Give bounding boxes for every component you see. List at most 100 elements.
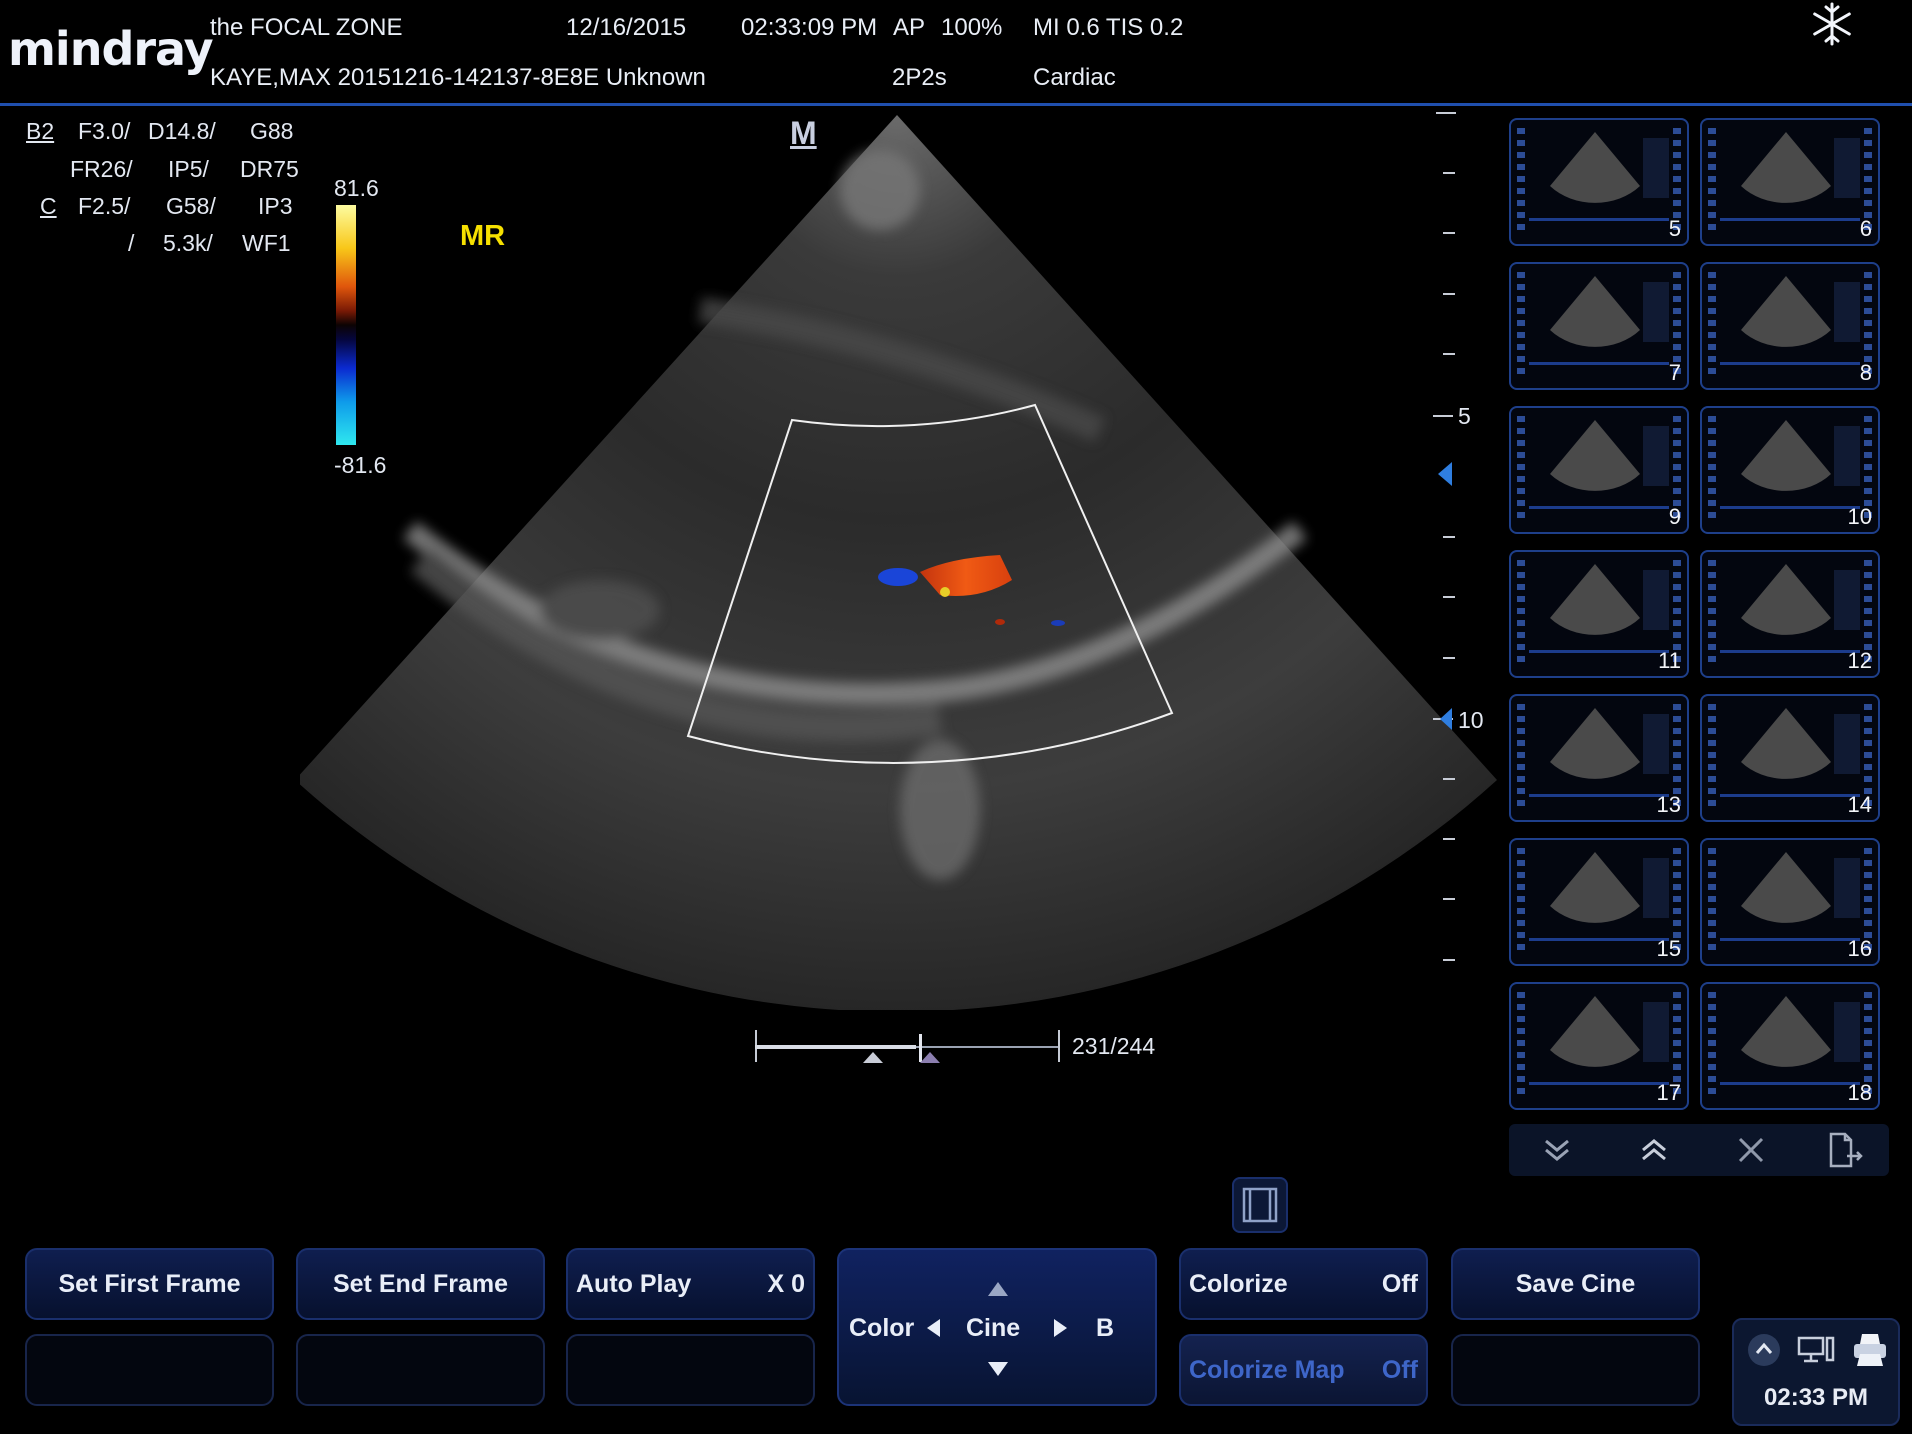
film-perforation (1708, 560, 1716, 668)
focus-marker-icon (1438, 462, 1452, 486)
color-label[interactable]: Color (849, 1314, 914, 1343)
header-divider (0, 103, 1912, 106)
patient-info: KAYE,MAX 20151216-142137-8E8E Unknown (210, 64, 706, 91)
param-row3-c: IP3 (258, 193, 293, 219)
thumbnail-preview (1720, 996, 1860, 1085)
cine-thumbnail[interactable]: 15 (1509, 838, 1689, 966)
snowflake-icon[interactable] (1808, 0, 1856, 53)
film-perforation (1517, 560, 1525, 668)
param-row1-a: F3.0/ (78, 118, 131, 144)
thumbnail-number: 15 (1656, 936, 1681, 961)
page-down-icon[interactable] (1519, 1128, 1594, 1172)
institution-name: the FOCAL ZONE (210, 14, 403, 41)
thumbnail-number: 14 (1847, 792, 1872, 817)
param-row3-a: F2.5/ (78, 193, 131, 219)
cine-progress[interactable] (755, 1030, 1060, 1070)
cine-thumbnail[interactable]: 8 (1700, 262, 1880, 390)
film-perforation (1517, 416, 1525, 524)
cine-thumbnail[interactable]: 6 (1700, 118, 1880, 246)
thumbnail-number: 9 (1668, 504, 1681, 529)
close-icon[interactable] (1713, 1128, 1788, 1172)
thumbnail-number: 6 (1859, 216, 1872, 241)
cine-start-marker-icon[interactable] (863, 1052, 883, 1063)
thumbnail-preview (1720, 132, 1860, 221)
cine-thumbnail[interactable]: 13 (1509, 694, 1689, 822)
param-row2-a: FR26/ (70, 156, 133, 182)
thumbnail-preview (1720, 852, 1860, 941)
param-row1-b: D14.8/ (148, 118, 216, 144)
param-row1-c: G88 (250, 118, 294, 144)
cine-navigation-control[interactable]: Color Cine B (837, 1248, 1157, 1406)
thumbnail-number: 18 (1847, 1080, 1872, 1105)
cine-left-arrow-icon[interactable] (927, 1319, 940, 1337)
empty-soft-key-3 (566, 1334, 815, 1406)
film-strip-icon[interactable] (1232, 1177, 1288, 1233)
scan-sector (300, 115, 1497, 1010)
cine-up-arrow-icon[interactable] (988, 1282, 1008, 1296)
film-perforation (1517, 272, 1525, 380)
param-row4-c: WF1 (242, 230, 291, 256)
cine-down-arrow-icon[interactable] (988, 1362, 1008, 1376)
thumbnail-preview (1720, 276, 1860, 365)
film-perforation (1708, 272, 1716, 380)
thumbnail-number: 11 (1658, 648, 1681, 673)
film-perforation (1708, 992, 1716, 1100)
export-icon[interactable] (1807, 1128, 1882, 1172)
network-icon[interactable] (1796, 1334, 1836, 1371)
set-end-frame-button[interactable]: Set End Frame (296, 1248, 545, 1320)
empty-soft-key-4 (1451, 1334, 1700, 1406)
auto-play-button[interactable]: Auto Play X 0 (566, 1248, 815, 1320)
cine-thumbnail[interactable]: 10 (1700, 406, 1880, 534)
exam-date: 12/16/2015 (566, 14, 687, 41)
thumbnail-preview (1529, 132, 1669, 221)
thumbnail-number: 7 (1668, 360, 1681, 385)
param-row3-b: G58/ (166, 193, 216, 219)
film-perforation (1708, 416, 1716, 524)
thumbnail-number: 16 (1847, 936, 1872, 961)
cine-end-marker-icon[interactable] (920, 1052, 940, 1063)
cine-thumbnail[interactable]: 18 (1700, 982, 1880, 1110)
thumbnail-preview (1529, 708, 1669, 797)
printer-icon[interactable] (1850, 1330, 1890, 1373)
set-first-frame-button[interactable]: Set First Frame (25, 1248, 274, 1320)
cine-thumbnail[interactable]: 16 (1700, 838, 1880, 966)
film-perforation (1517, 128, 1525, 236)
colorize-map-button: Colorize Map Off (1179, 1334, 1428, 1406)
cine-thumbnail[interactable]: 5 (1509, 118, 1689, 246)
film-perforation (1708, 704, 1716, 812)
mi-tis-readout: MI 0.6 TIS 0.2 (1033, 14, 1184, 41)
cine-thumbnail[interactable]: 12 (1700, 550, 1880, 678)
tray-clock: 02:33 PM (1764, 1384, 1869, 1411)
colorize-button[interactable]: Colorize Off (1179, 1248, 1428, 1320)
film-perforation (1708, 848, 1716, 956)
eject-icon[interactable] (1748, 1334, 1780, 1366)
thumbnail-number: 13 (1656, 792, 1681, 817)
param-row4-b: 5.3k/ (163, 230, 213, 256)
thumbnail-preview (1720, 564, 1860, 653)
cine-thumbnail[interactable]: 9 (1509, 406, 1689, 534)
empty-soft-key-2 (296, 1334, 545, 1406)
cine-thumbnail[interactable]: 17 (1509, 982, 1689, 1110)
ultrasound-image[interactable] (300, 110, 1500, 1010)
thumbnail-number: 17 (1656, 1080, 1681, 1105)
thumbnail-number: 8 (1859, 360, 1872, 385)
ap-value: 100% (941, 14, 1003, 41)
cine-thumbnail[interactable]: 14 (1700, 694, 1880, 822)
cine-progress-fill (755, 1045, 916, 1049)
thumbnail-preview (1529, 276, 1669, 365)
param-row2-c: DR75 (240, 156, 299, 182)
thumbnail-preview (1529, 852, 1669, 941)
param-row2-b: IP5/ (168, 156, 209, 182)
film-perforation (1517, 704, 1525, 812)
b-label[interactable]: B (1096, 1314, 1114, 1343)
save-cine-button[interactable]: Save Cine (1451, 1248, 1700, 1320)
cine-thumbnail[interactable]: 7 (1509, 262, 1689, 390)
color-flow-blue (878, 568, 918, 586)
cine-right-arrow-icon[interactable] (1054, 1319, 1067, 1337)
cine-thumbnail[interactable]: 11 (1509, 550, 1689, 678)
page-up-icon[interactable] (1616, 1128, 1691, 1172)
thumbnail-preview (1529, 996, 1669, 1085)
empty-soft-key-1 (25, 1334, 274, 1406)
thumbnail-preview (1529, 564, 1669, 653)
mindray-logo: mindray (8, 22, 214, 76)
